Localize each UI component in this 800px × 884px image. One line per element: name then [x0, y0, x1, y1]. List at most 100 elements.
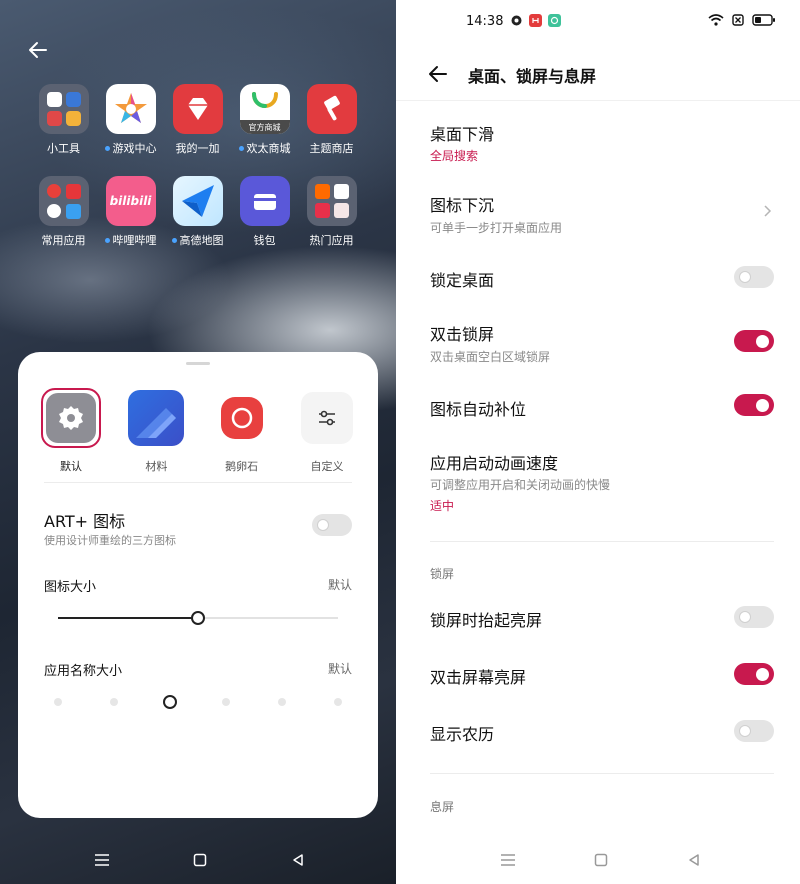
- setting-title: 显示农历: [430, 725, 495, 744]
- setting-subtitle: 可调整应用开启和关闭动画的快慢: [430, 478, 611, 492]
- battery-icon: [752, 14, 775, 26]
- app-label: 主题商店: [309, 142, 354, 155]
- setting-title: 图标自动补位: [430, 400, 527, 419]
- app-amap[interactable]: 高德地图: [164, 176, 231, 248]
- mall-icon: 官方商城: [239, 84, 290, 134]
- wifi-icon: [708, 14, 724, 26]
- style-option-default[interactable]: 默认: [40, 388, 102, 474]
- app-common-folder[interactable]: 常用应用: [30, 176, 97, 248]
- pebble-icon: [220, 397, 263, 439]
- style-label: 鹅卵石: [225, 460, 259, 473]
- slider-step: [334, 698, 342, 706]
- app-label: 常用应用: [41, 234, 86, 247]
- app-notification-icon: [511, 15, 522, 26]
- style-option-pebble[interactable]: 鹅卵石: [211, 388, 273, 474]
- lock-desktop-toggle[interactable]: [734, 266, 774, 288]
- material-icon: [128, 390, 185, 446]
- back-nav-icon[interactable]: [682, 848, 706, 872]
- lunar-toggle[interactable]: [734, 720, 774, 742]
- gear-icon: [46, 393, 96, 443]
- raise-to-wake-toggle[interactable]: [734, 606, 774, 628]
- new-dot: [104, 237, 110, 243]
- app-label: 欢太商城: [246, 142, 291, 155]
- common-folder-icon: [38, 176, 89, 226]
- back-arrow-icon[interactable]: [426, 62, 450, 86]
- status-time: 14:38: [466, 14, 504, 29]
- mall-badge: 官方商城: [248, 123, 281, 132]
- sim-off-icon: [732, 14, 744, 26]
- art-icon-subtitle: 使用设计师重绘的三方图标: [44, 534, 176, 547]
- setting-title: 图标下沉: [430, 196, 495, 215]
- home-nav-icon[interactable]: [589, 848, 613, 872]
- menu-nav-icon[interactable]: [90, 848, 114, 872]
- style-option-material[interactable]: 材料: [125, 388, 187, 474]
- setting-subtitle: 可单手一步打开桌面应用: [430, 221, 563, 235]
- new-dot: [238, 145, 244, 151]
- back-arrow-icon[interactable]: [26, 38, 50, 62]
- app-label: 热门应用: [309, 234, 354, 247]
- app-label: 高德地图: [179, 234, 224, 247]
- app-my-oneplus[interactable]: 我的一加: [164, 84, 231, 156]
- home-nav-icon[interactable]: [188, 848, 212, 872]
- app-heytap-mall[interactable]: 官方商城 欢太商城: [231, 84, 298, 156]
- divider: [430, 541, 774, 542]
- divider: [396, 100, 800, 101]
- bilibili-logo-text: bilibili: [109, 194, 152, 208]
- notification-icon: [529, 14, 542, 27]
- theme-store-icon: [306, 84, 357, 134]
- app-grid: 小工具 游戏中心 我的一加 官方商城 欢太商城 主题商店 常用应用 bilibi…: [30, 84, 370, 268]
- setting-value: 全局搜索: [430, 149, 479, 163]
- new-dot: [104, 145, 110, 151]
- slider-thumb[interactable]: [163, 695, 177, 709]
- settings-screen: 14:38 桌面、锁屏与息屏 桌面下滑 全局搜索 图标下沉 可单手一步打开桌面应…: [396, 0, 800, 884]
- new-dot: [171, 237, 177, 243]
- section-header-lockscreen: 锁屏: [430, 567, 455, 581]
- divider: [44, 482, 352, 483]
- style-label: 默认: [60, 460, 82, 473]
- slider-step: [110, 698, 118, 706]
- app-label: 钱包: [253, 234, 276, 247]
- app-label: 我的一加: [175, 142, 220, 155]
- icon-size-slider[interactable]: [58, 611, 338, 625]
- hot-folder-icon: [306, 176, 357, 226]
- tools-folder-icon: [38, 84, 89, 134]
- app-tools[interactable]: 小工具: [30, 84, 97, 156]
- my-oneplus-icon: [172, 84, 223, 134]
- slider-step: [54, 698, 62, 706]
- icon-style-sheet: 默认 材料 鹅卵石 自定义 ART+ 图标 使用设计师重绘的三方图标 图标大小 …: [18, 352, 378, 818]
- back-nav-icon[interactable]: [286, 848, 310, 872]
- app-theme-store[interactable]: 主题商店: [298, 84, 365, 156]
- art-icon-toggle[interactable]: [312, 514, 352, 536]
- chevron-right-icon: [764, 205, 772, 217]
- art-icon-title: ART+ 图标: [44, 512, 126, 531]
- app-label: 游戏中心: [112, 142, 157, 155]
- menu-nav-icon[interactable]: [496, 848, 520, 872]
- amap-icon: [172, 176, 223, 226]
- icon-size-label: 图标大小: [44, 580, 97, 595]
- wallet-icon: [239, 176, 290, 226]
- app-label: 哔哩哔哩: [112, 234, 157, 247]
- double-tap-wake-toggle[interactable]: [734, 663, 774, 685]
- name-size-slider[interactable]: [54, 695, 342, 709]
- app-wallet[interactable]: 钱包: [231, 176, 298, 248]
- double-tap-lock-toggle[interactable]: [734, 330, 774, 352]
- style-option-custom[interactable]: 自定义: [296, 388, 358, 474]
- status-bar: 14:38: [396, 12, 800, 32]
- setting-title: 双击锁屏: [430, 325, 495, 344]
- app-game-center[interactable]: 游戏中心: [97, 84, 164, 156]
- style-label: 自定义: [310, 460, 344, 473]
- auto-fill-toggle[interactable]: [734, 394, 774, 416]
- page-title: 桌面、锁屏与息屏: [468, 67, 597, 86]
- name-size-value: 默认: [327, 662, 352, 676]
- sheet-grabber[interactable]: [186, 362, 210, 365]
- name-size-label: 应用名称大小: [44, 664, 123, 679]
- slider-thumb[interactable]: [191, 611, 205, 625]
- app-bilibili[interactable]: bilibili 哔哩哔哩: [97, 176, 164, 248]
- setting-title: 应用启动动画速度: [430, 454, 559, 473]
- setting-title: 双击屏幕亮屏: [430, 668, 527, 687]
- bilibili-icon: bilibili: [105, 176, 156, 226]
- app-hot-folder[interactable]: 热门应用: [298, 176, 365, 248]
- notification-icon: [548, 14, 561, 27]
- nav-bar: [496, 848, 706, 872]
- launcher-preview: 小工具 游戏中心 我的一加 官方商城 欢太商城 主题商店 常用应用 bilibi…: [0, 0, 396, 884]
